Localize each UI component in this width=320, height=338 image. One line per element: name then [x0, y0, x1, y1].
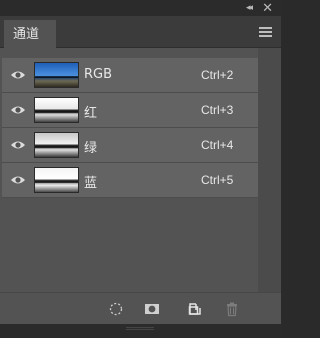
- channel-shortcut: Ctrl+2: [201, 68, 234, 82]
- save-selection-mask-icon[interactable]: [144, 301, 160, 317]
- channel-thumbnail: [34, 97, 79, 123]
- panel-menu-icon[interactable]: [259, 27, 272, 37]
- panel-resize-bar: [0, 324, 281, 338]
- eye-icon[interactable]: [10, 139, 26, 151]
- channel-shortcut: Ctrl+4: [201, 138, 234, 152]
- channel-thumbnail: [34, 132, 79, 158]
- panel-titlebar: ◂◂ ✕: [0, 0, 281, 16]
- tab-channels[interactable]: 通道: [4, 20, 56, 49]
- panel-tab-bar: 通道: [0, 16, 281, 49]
- vertical-scrollbar[interactable]: [258, 48, 281, 292]
- channels-footer-toolbar: [0, 292, 281, 324]
- channel-name: RGB: [84, 67, 113, 82]
- channel-name: 蓝: [84, 176, 98, 191]
- channel-shortcut: Ctrl+5: [201, 173, 234, 187]
- channel-shortcut: Ctrl+3: [201, 103, 234, 117]
- channel-row-red[interactable]: 红 Ctrl+3: [2, 93, 258, 128]
- channels-panel: RGB Ctrl+2 红 Ctrl+3 绿 Ctrl+4 蓝 Ctrl+5: [0, 48, 281, 292]
- channel-row-green[interactable]: 绿 Ctrl+4: [2, 128, 258, 163]
- load-selection-icon[interactable]: [108, 301, 124, 317]
- channel-name: 红: [84, 106, 98, 121]
- channel-row-rgb[interactable]: RGB Ctrl+2: [2, 58, 258, 93]
- eye-icon[interactable]: [10, 174, 26, 186]
- collapse-panel-icon[interactable]: ◂◂: [246, 2, 253, 13]
- channel-thumbnail: [34, 167, 79, 193]
- trash-icon[interactable]: [224, 301, 240, 317]
- channel-list: RGB Ctrl+2 红 Ctrl+3 绿 Ctrl+4 蓝 Ctrl+5: [2, 58, 258, 198]
- channel-thumbnail: [34, 62, 79, 88]
- eye-icon[interactable]: [10, 69, 26, 81]
- resize-grip[interactable]: [126, 327, 154, 330]
- close-panel-icon[interactable]: ✕: [262, 0, 273, 16]
- eye-icon[interactable]: [10, 104, 26, 116]
- channel-name: 绿: [84, 141, 98, 156]
- channel-row-blue[interactable]: 蓝 Ctrl+5: [2, 163, 258, 198]
- new-channel-icon[interactable]: [187, 301, 203, 317]
